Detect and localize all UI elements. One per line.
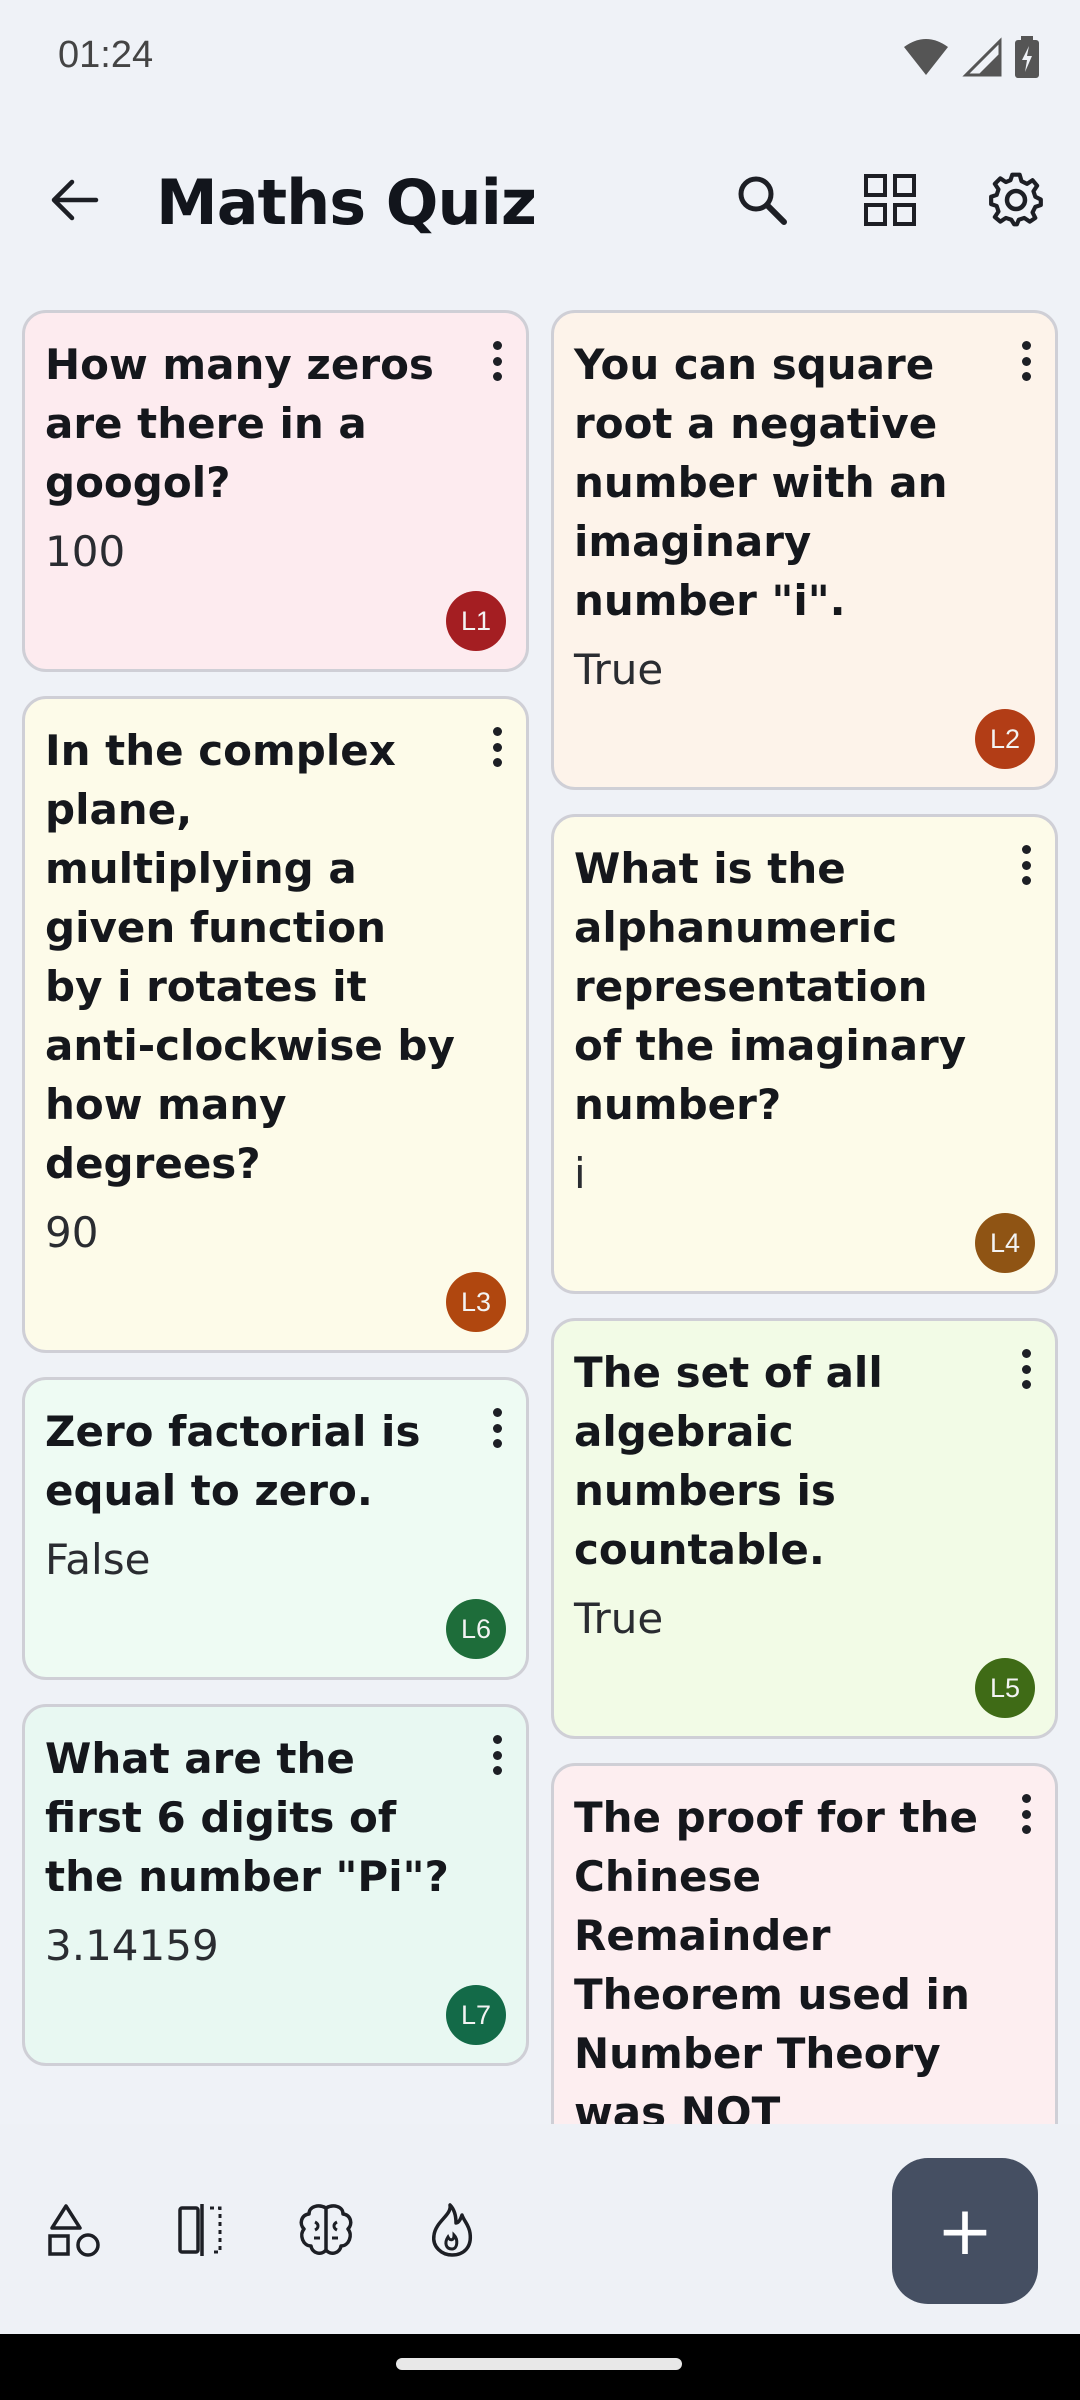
search-icon [738,176,787,225]
card-question: The proof for the Chinese Remainder Theo… [574,1793,978,2124]
back-button[interactable] [44,170,104,230]
card-question: The set of all algebraic numbers is coun… [574,1348,883,1574]
level-badge: L1 [446,591,506,651]
right-column: You can square root a negative number wi… [551,310,1058,2124]
card-footer: L4 [574,1207,1035,1273]
question-card[interactable]: Zero factorial is equal to zero. False L6 [22,1377,529,1680]
status-bar: 01:24 [0,0,1080,120]
system-nav-bar [0,2334,1080,2400]
level-badge: L3 [446,1272,506,1332]
level-badge: L7 [446,1985,506,2045]
compare-button[interactable] [168,2198,232,2262]
level-badge: L6 [446,1599,506,1659]
question-card[interactable]: What is the alphanumeric representation … [551,814,1058,1294]
brain-icon [299,2204,353,2255]
question-card[interactable]: What are the first 6 digits of the numbe… [22,1704,529,2066]
bottom-app-bar: + [0,2124,1080,2334]
search-button[interactable] [728,166,796,234]
status-icons [902,36,1040,78]
card-question: What are the first 6 digits of the numbe… [45,1734,449,1901]
grid-view-icon [864,174,916,226]
question-card[interactable]: The proof for the Chinese Remainder Theo… [551,1763,1058,2124]
card-answer: i [574,1149,586,1198]
status-time: 01:24 [58,34,154,76]
card-footer: L3 [45,1266,506,1332]
add-question-button[interactable]: + [892,2158,1038,2304]
question-card[interactable]: In the complex plane, multiplying a give… [22,696,529,1353]
card-question: Zero factorial is equal to zero. [45,1407,421,1515]
card-footer: L7 [45,1979,506,2045]
compare-icon [178,2204,222,2256]
shapes-icon [48,2204,100,2257]
card-footer: L6 [45,1593,506,1659]
question-card[interactable]: You can square root a negative number wi… [551,310,1058,790]
card-answer: 100 [45,527,126,576]
card-question: You can square root a negative number wi… [574,340,948,625]
more-options-icon[interactable] [1011,1790,1041,1838]
settings-button[interactable] [982,166,1050,234]
signal-icon [962,37,1002,77]
settings-icon [989,172,1043,227]
card-question: How many zeros are there in a googol? [45,340,434,507]
card-footer: L1 [45,585,506,651]
brain-button[interactable] [294,2198,358,2262]
question-card[interactable]: The set of all algebraic numbers is coun… [551,1318,1058,1739]
back-arrow-icon [51,179,99,221]
level-badge: L5 [975,1658,1035,1718]
streak-button[interactable] [420,2198,484,2262]
cards-grid: How many zeros are there in a googol? 100… [0,286,1080,2124]
card-answer: True [574,645,664,694]
battery-icon [1015,36,1039,78]
flame-icon [432,2203,473,2257]
more-options-icon[interactable] [482,723,512,771]
more-options-icon[interactable] [482,1404,512,1452]
question-card[interactable]: How many zeros are there in a googol? 100… [22,310,529,672]
card-answer: True [574,1594,664,1643]
level-badge: L2 [975,709,1035,769]
shapes-button[interactable] [42,2198,106,2262]
card-footer: L5 [574,1652,1035,1718]
more-options-icon[interactable] [482,1731,512,1779]
card-footer: L2 [574,703,1035,769]
card-answer: 90 [45,1208,99,1257]
add-label: + [936,2191,994,2271]
card-question: What is the alphanumeric representation … [574,844,967,1129]
card-answer: False [45,1535,151,1584]
more-options-icon[interactable] [1011,841,1041,889]
more-options-icon[interactable] [1011,1345,1041,1393]
more-options-icon[interactable] [482,337,512,385]
home-indicator[interactable] [396,2358,682,2370]
page-title: Maths Quiz [156,166,537,239]
app-bar: Maths Quiz [0,140,1080,270]
card-question: In the complex plane, multiplying a give… [45,726,455,1188]
left-column: How many zeros are there in a googol? 100… [22,310,529,2090]
grid-view-button[interactable] [856,166,924,234]
level-badge: L4 [975,1213,1035,1273]
card-answer: 3.14159 [45,1921,219,1970]
more-options-icon[interactable] [1011,337,1041,385]
wifi-icon [904,39,948,75]
